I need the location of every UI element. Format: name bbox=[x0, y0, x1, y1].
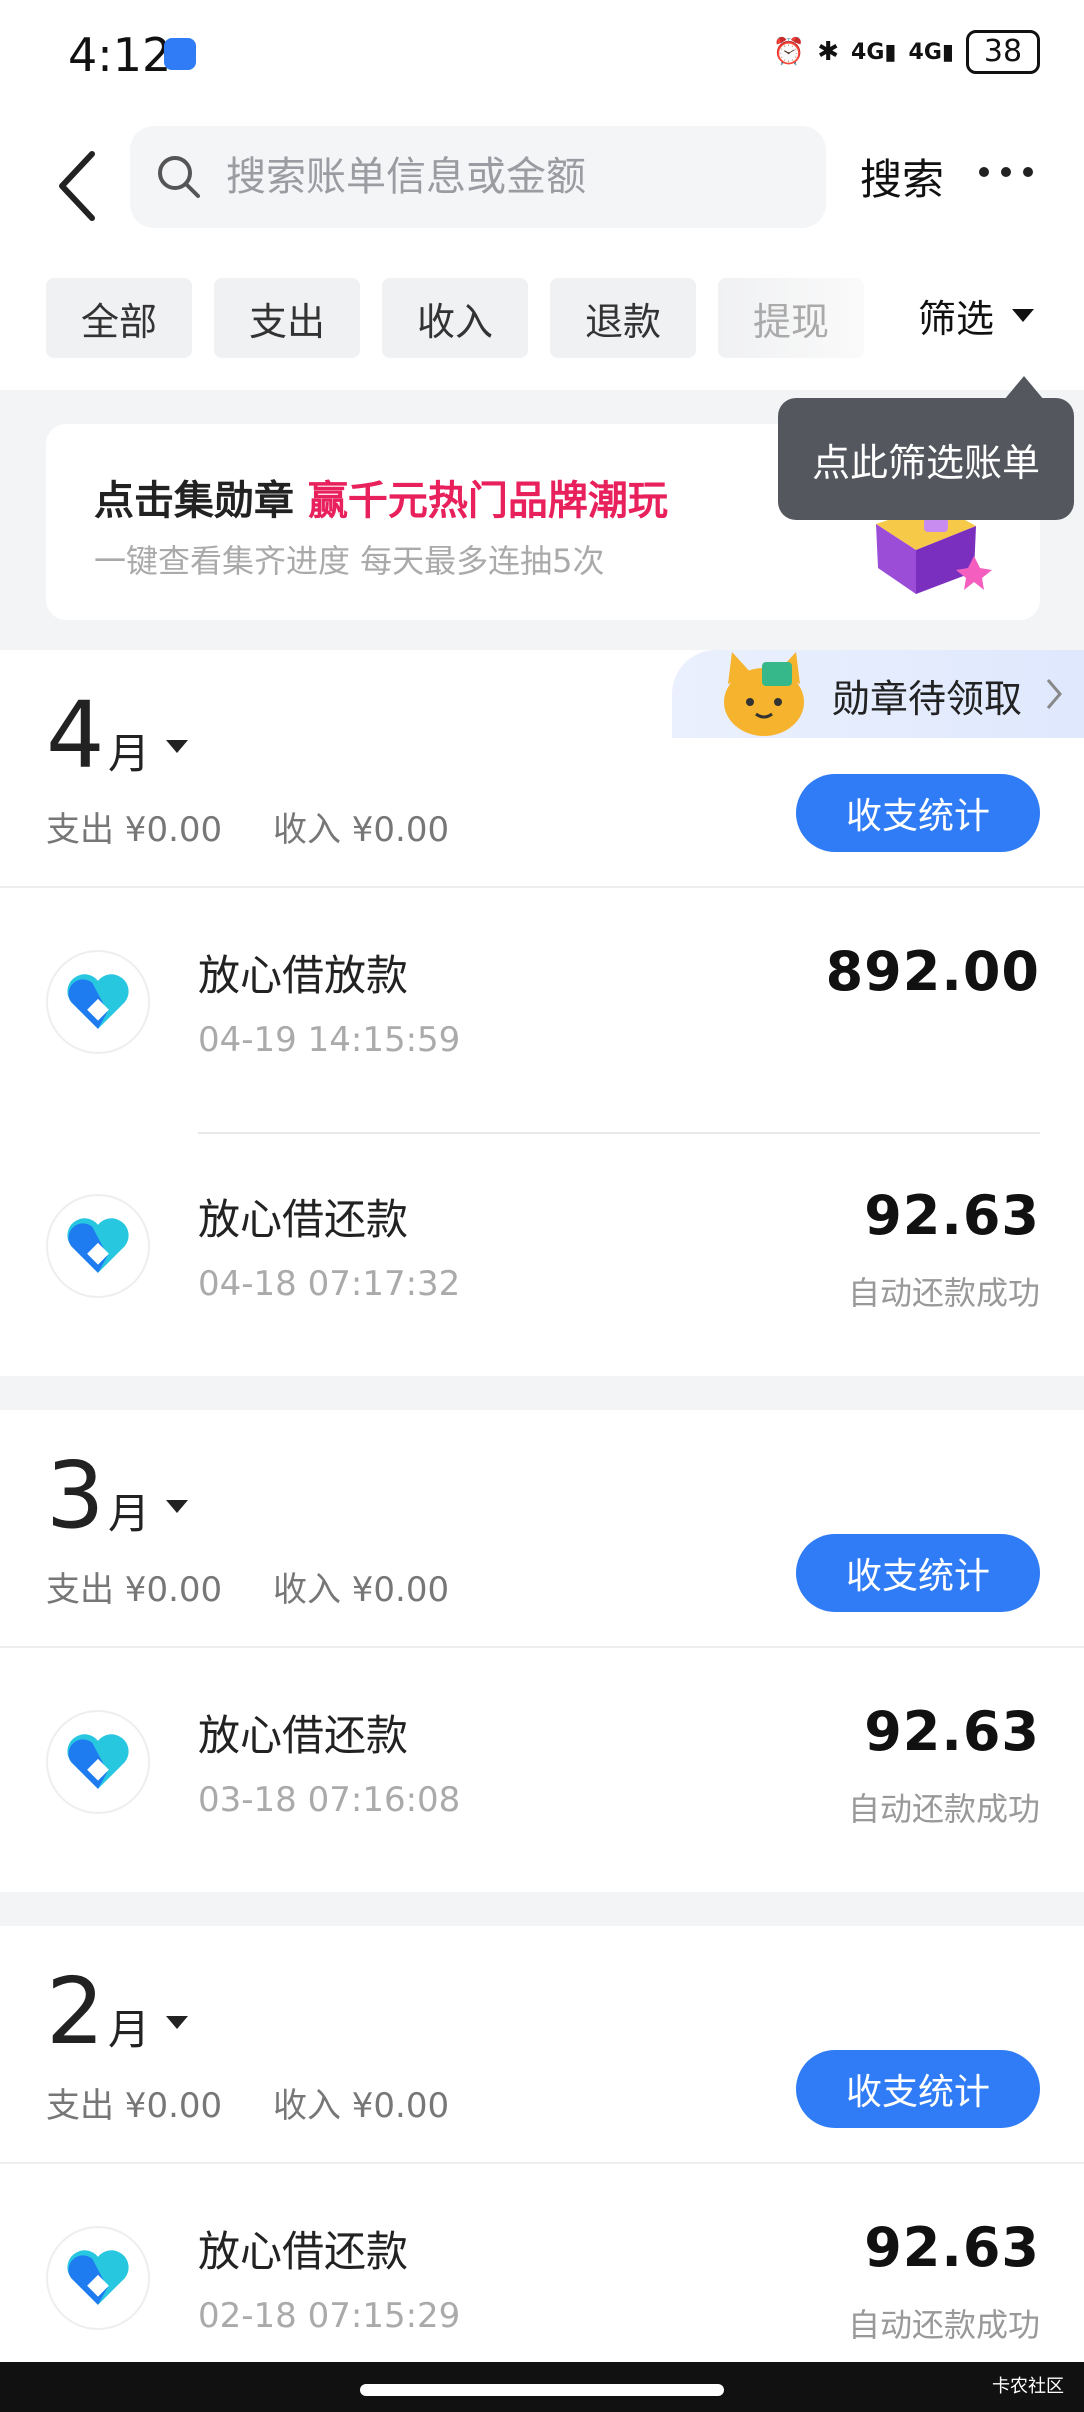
banner-title: 点击集勋章 赢千元热门品牌潮玩 bbox=[94, 468, 668, 526]
month-number[interactable]: 4 bbox=[46, 690, 105, 782]
month-section-february: 2 月 支出 ¥0.00 收入 ¥0.00 收支统计 放心借还款 02-18 0… bbox=[0, 1926, 1084, 2408]
filter-tooltip[interactable]: 点此筛选账单 bbox=[778, 376, 1074, 520]
filter-label: 筛选 bbox=[918, 297, 995, 341]
status-icons: ⏰ ✱ 4G▮ 4G▮ 38 bbox=[773, 30, 1040, 74]
search-button[interactable]: 搜索 bbox=[860, 146, 944, 207]
alarm-icon: ⏰ bbox=[772, 37, 806, 67]
status-bar: 4:12 ⏰ ✱ 4G▮ 4G▮ 38 bbox=[0, 0, 1084, 110]
transaction-status: 自动还款成功 bbox=[847, 2306, 1040, 2344]
month-summary: 支出 ¥0.00 收入 ¥0.00 bbox=[46, 2078, 449, 2127]
chevron-right-icon bbox=[1046, 679, 1062, 709]
month-dropdown-icon[interactable] bbox=[166, 740, 188, 753]
month-unit[interactable]: 月 bbox=[108, 1996, 150, 2057]
month-income: 收入 ¥0.00 bbox=[272, 1570, 450, 1610]
stats-button[interactable]: 收支统计 bbox=[796, 1534, 1040, 1612]
tab-refund[interactable]: 退款 bbox=[550, 278, 696, 358]
header: 搜索 全部 支出 收入 退款 提现 筛选 bbox=[0, 110, 1084, 390]
filter-button[interactable]: 筛选 bbox=[918, 288, 1035, 343]
banner-subtitle: 一键查看集齐进度 每天最多连抽5次 bbox=[94, 542, 605, 580]
stats-button[interactable]: 收支统计 bbox=[796, 774, 1040, 852]
voice-app-icon bbox=[164, 38, 196, 70]
month-summary: 支出 ¥0.00 收入 ¥0.00 bbox=[46, 802, 449, 851]
status-time: 4:12 bbox=[68, 28, 172, 82]
search-icon bbox=[158, 156, 200, 198]
gesture-bar: 卡农社区 bbox=[0, 2362, 1084, 2412]
signal-icon-1: 4G▮ bbox=[851, 39, 897, 65]
month-header: 2 月 支出 ¥0.00 收入 ¥0.00 收支统计 bbox=[0, 1926, 1084, 2164]
search-box[interactable] bbox=[130, 126, 826, 228]
transaction-time: 02-18 07:15:29 bbox=[198, 2296, 461, 2336]
bluetooth-icon: ✱ bbox=[817, 37, 840, 67]
divider bbox=[198, 1132, 1040, 1134]
transaction-amount: 92.63 bbox=[864, 1184, 1040, 1247]
banner-title-plain: 点击集勋章 bbox=[94, 478, 294, 524]
filter-tabs: 全部 支出 收入 退款 提现 bbox=[46, 278, 864, 358]
fangxinjie-logo-icon bbox=[46, 1710, 150, 1814]
battery-icon: 38 bbox=[966, 30, 1040, 74]
search-input[interactable] bbox=[226, 126, 806, 228]
month-unit[interactable]: 月 bbox=[108, 1480, 150, 1541]
transaction-title: 放心借还款 bbox=[198, 1195, 409, 1244]
month-number[interactable]: 2 bbox=[46, 1966, 105, 2058]
watermark: 卡农社区 bbox=[992, 2376, 1064, 2397]
transaction-title: 放心借还款 bbox=[198, 2227, 409, 2276]
transaction-row[interactable]: 放心借还款 03-18 07:16:08 92.63 自动还款成功 bbox=[0, 1648, 1084, 1892]
month-income: 收入 ¥0.00 bbox=[272, 2086, 450, 2126]
cat-mascot-icon bbox=[724, 652, 804, 736]
medal-pending-label: 勋章待领取 bbox=[832, 677, 1023, 721]
signal-icon-2: 4G▮ bbox=[908, 39, 954, 65]
medal-pending-tag[interactable]: 勋章待领取 bbox=[672, 650, 1084, 738]
transaction-amount: 892.00 bbox=[825, 940, 1040, 1003]
month-expense: 支出 ¥0.00 bbox=[46, 810, 223, 850]
transaction-status: 自动还款成功 bbox=[847, 1790, 1040, 1828]
filter-caret-icon bbox=[1012, 309, 1035, 322]
transaction-time: 03-18 07:16:08 bbox=[198, 1780, 461, 1820]
month-number[interactable]: 3 bbox=[46, 1450, 105, 1542]
fangxinjie-logo-icon bbox=[46, 2226, 150, 2330]
fangxinjie-logo-icon bbox=[46, 950, 150, 1054]
month-income: 收入 ¥0.00 bbox=[272, 810, 450, 850]
stats-button[interactable]: 收支统计 bbox=[796, 2050, 1040, 2128]
fangxinjie-logo-icon bbox=[46, 1194, 150, 1298]
transaction-time: 04-19 14:15:59 bbox=[198, 1020, 461, 1060]
tab-income[interactable]: 收入 bbox=[382, 278, 528, 358]
month-section-march: 3 月 支出 ¥0.00 收入 ¥0.00 收支统计 放心借还款 03-18 0… bbox=[0, 1410, 1084, 1892]
back-icon[interactable] bbox=[50, 146, 110, 226]
transaction-title: 放心借放款 bbox=[198, 951, 409, 1000]
month-dropdown-icon[interactable] bbox=[166, 1500, 188, 1513]
tab-all[interactable]: 全部 bbox=[46, 278, 192, 358]
transaction-title: 放心借还款 bbox=[198, 1711, 409, 1760]
transaction-amount: 92.63 bbox=[864, 1700, 1040, 1763]
month-section-april: 4 月 支出 ¥0.00 收入 ¥0.00 收支统计 放心借放款 04-19 1… bbox=[0, 650, 1084, 1376]
month-dropdown-icon[interactable] bbox=[166, 2016, 188, 2029]
transaction-time: 04-18 07:17:32 bbox=[198, 1264, 461, 1304]
banner-title-highlight: 赢千元热门品牌潮玩 bbox=[307, 478, 668, 524]
transaction-row[interactable]: 放心借放款 04-19 14:15:59 892.00 bbox=[0, 888, 1084, 1132]
month-summary: 支出 ¥0.00 收入 ¥0.00 bbox=[46, 1562, 449, 1611]
transaction-amount: 92.63 bbox=[864, 2216, 1040, 2279]
more-icon[interactable] bbox=[976, 152, 1036, 192]
month-header: 3 月 支出 ¥0.00 收入 ¥0.00 收支统计 bbox=[0, 1410, 1084, 1648]
transaction-status: 自动还款成功 bbox=[847, 1274, 1040, 1312]
home-indicator[interactable] bbox=[360, 2384, 724, 2396]
tab-expense[interactable]: 支出 bbox=[214, 278, 360, 358]
month-expense: 支出 ¥0.00 bbox=[46, 2086, 223, 2126]
month-expense: 支出 ¥0.00 bbox=[46, 1570, 223, 1610]
month-unit[interactable]: 月 bbox=[108, 720, 150, 781]
transaction-row[interactable]: 放心借还款 04-18 07:17:32 92.63 自动还款成功 bbox=[0, 1132, 1084, 1376]
tab-withdraw[interactable]: 提现 bbox=[718, 278, 864, 358]
